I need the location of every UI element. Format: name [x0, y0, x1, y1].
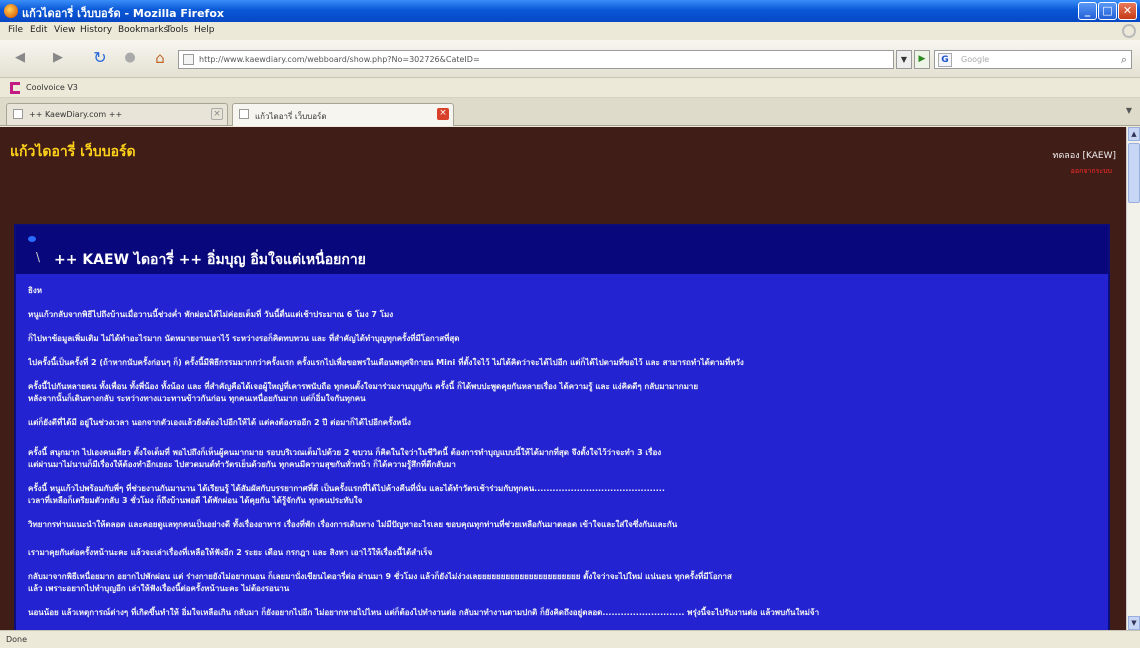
minimize-button[interactable]: _ — [1078, 2, 1097, 20]
tab-close-icon[interactable]: × — [211, 108, 223, 120]
menu-history[interactable]: History — [80, 25, 112, 35]
tab-label: ++ KaewDiary.com ++ — [29, 110, 123, 119]
logout-link[interactable]: ออกจากระบบ — [1071, 166, 1112, 177]
url-text[interactable]: http://www.kaewdiary.com/webboard/show.p… — [199, 55, 480, 64]
search-placeholder: Google — [961, 55, 990, 64]
scroll-down-icon[interactable]: ▼ — [1128, 616, 1140, 630]
url-dropdown-icon[interactable]: ▼ — [896, 50, 912, 69]
navigation-toolbar: ◀ ▶ ↻ ● ⌂ http://www.kaewdiary.com/webbo… — [0, 40, 1140, 78]
post-line: ก็ไปหาข้อมูลเพิ่มเติม ไม่ได้ทำอะไรมาก นั… — [28, 334, 460, 343]
tab-close-icon[interactable]: × — [437, 108, 449, 120]
scroll-thumb[interactable] — [1128, 143, 1140, 203]
status-bar: Done — [0, 630, 1140, 648]
search-box[interactable]: G Google ⌕ — [934, 50, 1132, 69]
member-name: ทดลอง [KAEW] — [1052, 151, 1116, 161]
post-line: แล้ว เพราะอยากไปทำบุญอีก เล่าให้ฟังเรื่อ… — [28, 584, 290, 593]
tab-list-icon[interactable]: ▼ — [1126, 106, 1132, 115]
back-arrow-icon[interactable]: ◀ — [8, 47, 32, 71]
site-title: แก้วไดอารี่ เว็บบอร์ด — [10, 144, 136, 160]
tab-favicon-icon — [239, 109, 249, 119]
post-box: \ ++ KAEW ไดอารี่ ++ อิ่มบุญ อิ่มใจแต่เห… — [14, 224, 1110, 630]
title-bar: แก้วไดอารี่ เว็บบอร์ด - Mozilla Firefox … — [0, 0, 1140, 22]
tab-webboard[interactable]: แก้วไดอารี่ เว็บบอร์ด × — [232, 103, 454, 126]
post-line: วิทยากรท่านแนะนำให้ตลอด และคอยดูแลทุกคนเ… — [28, 520, 678, 529]
home-icon[interactable]: ⌂ — [148, 47, 172, 71]
post-quote-icon: \ — [36, 250, 41, 264]
maximize-button[interactable]: □ — [1098, 2, 1117, 20]
menu-tools[interactable]: Tools — [166, 25, 188, 35]
menu-view[interactable]: View — [54, 25, 75, 35]
menu-bookmarks[interactable]: Bookmarks — [118, 25, 168, 35]
post-line: นอนน้อย แล้วเหตุการณ์ต่างๆ ที่เกิดขึ้นทำ… — [28, 608, 820, 617]
coolvoice-icon — [10, 82, 20, 94]
menu-bar: File Edit View History Bookmarks Tools H… — [0, 22, 1140, 40]
tab-favicon-icon — [13, 109, 23, 119]
reload-icon[interactable]: ↻ — [88, 47, 112, 71]
tab-kaewdiary[interactable]: ++ KaewDiary.com ++ × — [6, 103, 228, 125]
post-line: หลังจากนั้นก็เดินทางกลับ ระหว่างทางแวะทา… — [28, 394, 366, 403]
forward-arrow-icon[interactable]: ▶ — [46, 47, 70, 71]
browser-window: แก้วไดอารี่ เว็บบอร์ด - Mozilla Firefox … — [0, 0, 1140, 648]
post-line: เวลาที่เหลือก็เตรียมตัวกลับ 3 ชั่วโมง ก็… — [28, 496, 363, 505]
post-line: ธิงห — [28, 286, 43, 295]
go-arrow-icon[interactable]: ▶ — [914, 50, 930, 69]
vertical-scrollbar[interactable]: ▲ ▼ — [1126, 127, 1140, 630]
scroll-up-icon[interactable]: ▲ — [1128, 127, 1140, 141]
throbber-icon — [1122, 24, 1136, 38]
page-viewport: แก้วไดอารี่ เว็บบอร์ด ทดลอง [KAEW] ออกจา… — [0, 127, 1126, 630]
post-line: แต่ก็ยังดีที่ได้มี อยู่ในช่วงเวลา นอกจาก… — [28, 418, 411, 427]
menu-file[interactable]: File — [8, 25, 23, 35]
page-favicon-icon — [183, 54, 194, 65]
menu-help[interactable]: Help — [194, 25, 215, 35]
window-title: แก้วไดอารี่ เว็บบอร์ด - Mozilla Firefox — [22, 7, 224, 20]
tab-label: แก้วไดอารี่ เว็บบอร์ด — [255, 112, 327, 121]
post-title: ++ KAEW ไดอารี่ ++ อิ่มบุญ อิ่มใจแต่เหนื… — [54, 252, 366, 268]
firefox-icon — [4, 4, 18, 18]
post-line: ไปครั้งนี้เป็นครั้งที่ 2 (ถ้าหากนับครั้ง… — [28, 358, 744, 367]
post-line: เรามาคุยกันต่อครั้งหน้านะคะ แล้วจะเล่าเร… — [28, 548, 433, 557]
post-line: หนูแก้วกลับจากพิธีไปถึงบ้านเมื่อวานนี้ช่… — [28, 310, 394, 319]
bookmark-coolvoice[interactable]: Coolvoice V3 — [26, 83, 78, 92]
bookmarks-toolbar: Coolvoice V3 — [0, 78, 1140, 98]
menu-edit[interactable]: Edit — [30, 25, 47, 35]
close-button[interactable]: ✕ — [1118, 2, 1137, 20]
stop-icon[interactable]: ● — [118, 47, 142, 71]
post-line: แต่ผ่านมาไม่นานก็มีเรื่องให้ต้องทำอีกเยอ… — [28, 460, 456, 469]
search-icon[interactable]: ⌕ — [1121, 53, 1127, 67]
tab-bar: ++ KaewDiary.com ++ × แก้วไดอารี่ เว็บบอ… — [0, 98, 1140, 126]
google-icon[interactable]: G — [938, 53, 952, 67]
status-text: Done — [6, 635, 28, 644]
post-header: \ ++ KAEW ไดอารี่ ++ อิ่มบุญ อิ่มใจแต่เห… — [16, 226, 1108, 274]
post-bullet-icon — [28, 236, 36, 242]
url-bar[interactable]: http://www.kaewdiary.com/webboard/show.p… — [178, 50, 894, 69]
